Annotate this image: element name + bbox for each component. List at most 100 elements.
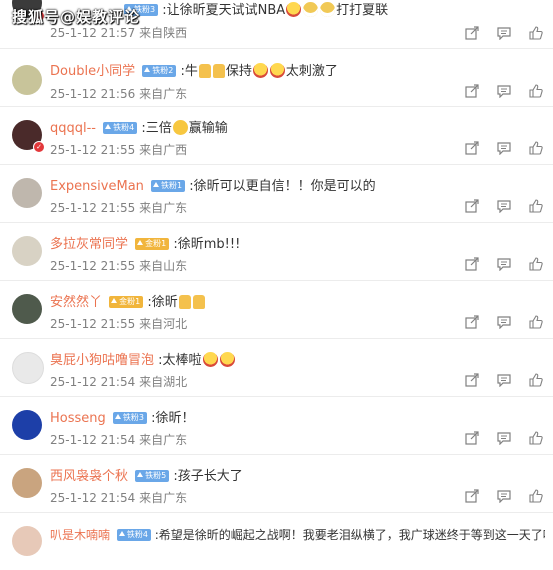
comment-meta: 25-1-12 21:55 来自山东 (50, 258, 187, 274)
comment-icon[interactable] (497, 315, 511, 329)
comment-item: 多拉灰常同学 金粉1 :徐昕mb!!! 25-1-12 21:55 来自山东 (0, 223, 553, 281)
comment-icon[interactable] (497, 257, 511, 271)
diamond-icon (118, 531, 125, 536)
avatar[interactable] (12, 410, 42, 440)
username[interactable]: 叭是木喃喃 (50, 528, 110, 542)
avatar[interactable] (12, 178, 42, 208)
comment-icon[interactable] (497, 26, 511, 40)
comment-text: :希望是徐昕的崛起之战啊！我要老泪纵横了，我广球迷终于等到这一天了吗 (154, 528, 545, 542)
username[interactable]: 多拉灰常同学 (50, 237, 128, 252)
username[interactable]: qqqql-- (50, 121, 96, 136)
username[interactable]: ExpensiveMan (50, 179, 144, 194)
comment-item: Double小同学 铁粉2 :牛 保持 太刺激了 25-1-12 21:56 来自广… (0, 49, 553, 107)
username[interactable]: 安然然丫 (50, 295, 102, 310)
timestamp: 25-1-12 21:54 (50, 433, 136, 447)
verified-badge-icon: ✓ (33, 141, 45, 153)
share-icon[interactable] (465, 257, 479, 271)
like-icon[interactable] (529, 141, 543, 155)
like-icon[interactable] (529, 199, 543, 213)
username[interactable]: Hosseng (50, 411, 106, 426)
share-icon[interactable] (465, 489, 479, 503)
comment-actions (451, 373, 543, 389)
location: 来自广东 (139, 87, 188, 101)
comment-text: :徐昕！ (151, 411, 195, 426)
avatar[interactable] (12, 526, 42, 556)
location: 来自山东 (139, 259, 188, 273)
avatar[interactable] (12, 294, 42, 324)
diamond-icon (153, 182, 160, 187)
emoji-icon (269, 63, 285, 78)
emoji-icon (286, 2, 302, 17)
fan-badge: 金粉1 (109, 296, 144, 308)
username[interactable]: 臭屁小狗咕噜冒泡 (50, 353, 154, 368)
comment-icon[interactable] (497, 199, 511, 213)
comment-text: :让徐昕夏天试试NBA 打打夏联 (162, 2, 389, 18)
share-icon[interactable] (465, 84, 479, 98)
comment-item: 臭屁小狗咕噜冒泡 :太棒啦 25-1-12 21:54 来自湖北 (0, 339, 553, 397)
emoji-icon (252, 63, 268, 78)
location: 来自广东 (139, 433, 188, 447)
username[interactable]: 西风袅袅个秋 (50, 469, 128, 484)
diamond-icon (137, 472, 144, 477)
comment-icon[interactable] (497, 84, 511, 98)
like-icon[interactable] (529, 373, 543, 387)
timestamp: 25-1-12 21:55 (50, 317, 136, 331)
comment-meta: 25-1-12 21:54 来自广东 (50, 432, 187, 448)
timestamp: 25-1-12 21:54 (50, 375, 136, 389)
like-icon[interactable] (529, 489, 543, 503)
thumbs-up-icon (192, 295, 205, 309)
fan-badge: 铁粉4 (116, 529, 151, 541)
diamond-icon (111, 298, 118, 303)
fan-badge: 铁粉4 (103, 122, 138, 134)
fan-badge: 金粉1 (135, 238, 170, 250)
comment-icon[interactable] (497, 141, 511, 155)
emoji-icon (172, 120, 188, 135)
avatar[interactable] (12, 352, 44, 384)
comment-text: :徐昕mb!!! (173, 237, 241, 252)
like-icon[interactable] (529, 26, 543, 40)
avatar[interactable] (12, 468, 42, 498)
comment-list: ✓ 铁粉3 :让徐昕夏天试试NBA 打打夏联 25-1-12 21:57 来自陕西… (0, 0, 553, 570)
share-icon[interactable] (465, 26, 479, 40)
comment-meta: 25-1-12 21:56 来自广东 (50, 86, 187, 102)
location: 来自河北 (139, 317, 188, 331)
share-icon[interactable] (465, 199, 479, 213)
share-icon[interactable] (465, 315, 479, 329)
timestamp: 25-1-12 21:55 (50, 143, 136, 157)
diamond-icon (137, 240, 144, 245)
like-icon[interactable] (529, 257, 543, 271)
avatar[interactable] (12, 236, 42, 266)
like-icon[interactable] (529, 431, 543, 445)
like-icon[interactable] (529, 315, 543, 329)
comment-icon[interactable] (497, 431, 511, 445)
diamond-icon (114, 414, 121, 419)
avatar[interactable] (12, 65, 42, 95)
timestamp: 25-1-12 21:57 (50, 26, 136, 40)
comment-item: ✓ qqqql-- 铁粉4 :三倍 赢输输 25-1-12 21:55 来自广西 (0, 107, 553, 165)
comment-actions (451, 199, 543, 215)
share-icon[interactable] (465, 373, 479, 387)
comment-meta: 25-1-12 21:55 来自河北 (50, 316, 187, 332)
comment-meta: 25-1-12 21:57 来自陕西 (50, 25, 187, 41)
share-icon[interactable] (465, 141, 479, 155)
comment-text: :徐昕可以更自信！！你是可以的 (189, 179, 376, 194)
comment-actions (451, 489, 543, 505)
comment-text: :牛 保持 太刺激了 (180, 63, 338, 79)
share-icon[interactable] (465, 431, 479, 445)
location: 来自湖北 (139, 375, 188, 389)
watermark: 搜狐号@娱教评论 (12, 8, 141, 26)
comment-text: :徐昕 (147, 295, 205, 310)
thumbs-up-icon (212, 64, 225, 78)
comment-meta: 25-1-12 21:55 来自广西 (50, 142, 187, 158)
location: 来自广西 (139, 143, 188, 157)
username[interactable]: Double小同学 (50, 64, 135, 79)
location: 来自陕西 (139, 26, 188, 40)
comment-icon[interactable] (497, 373, 511, 387)
fan-badge: 铁粉3 (112, 412, 147, 424)
like-icon[interactable] (529, 84, 543, 98)
diamond-icon (105, 124, 112, 129)
comment-text: :孩子长大了 (173, 469, 243, 484)
comment-icon[interactable] (497, 489, 511, 503)
comment-actions (451, 257, 543, 273)
comment-actions (451, 26, 543, 42)
